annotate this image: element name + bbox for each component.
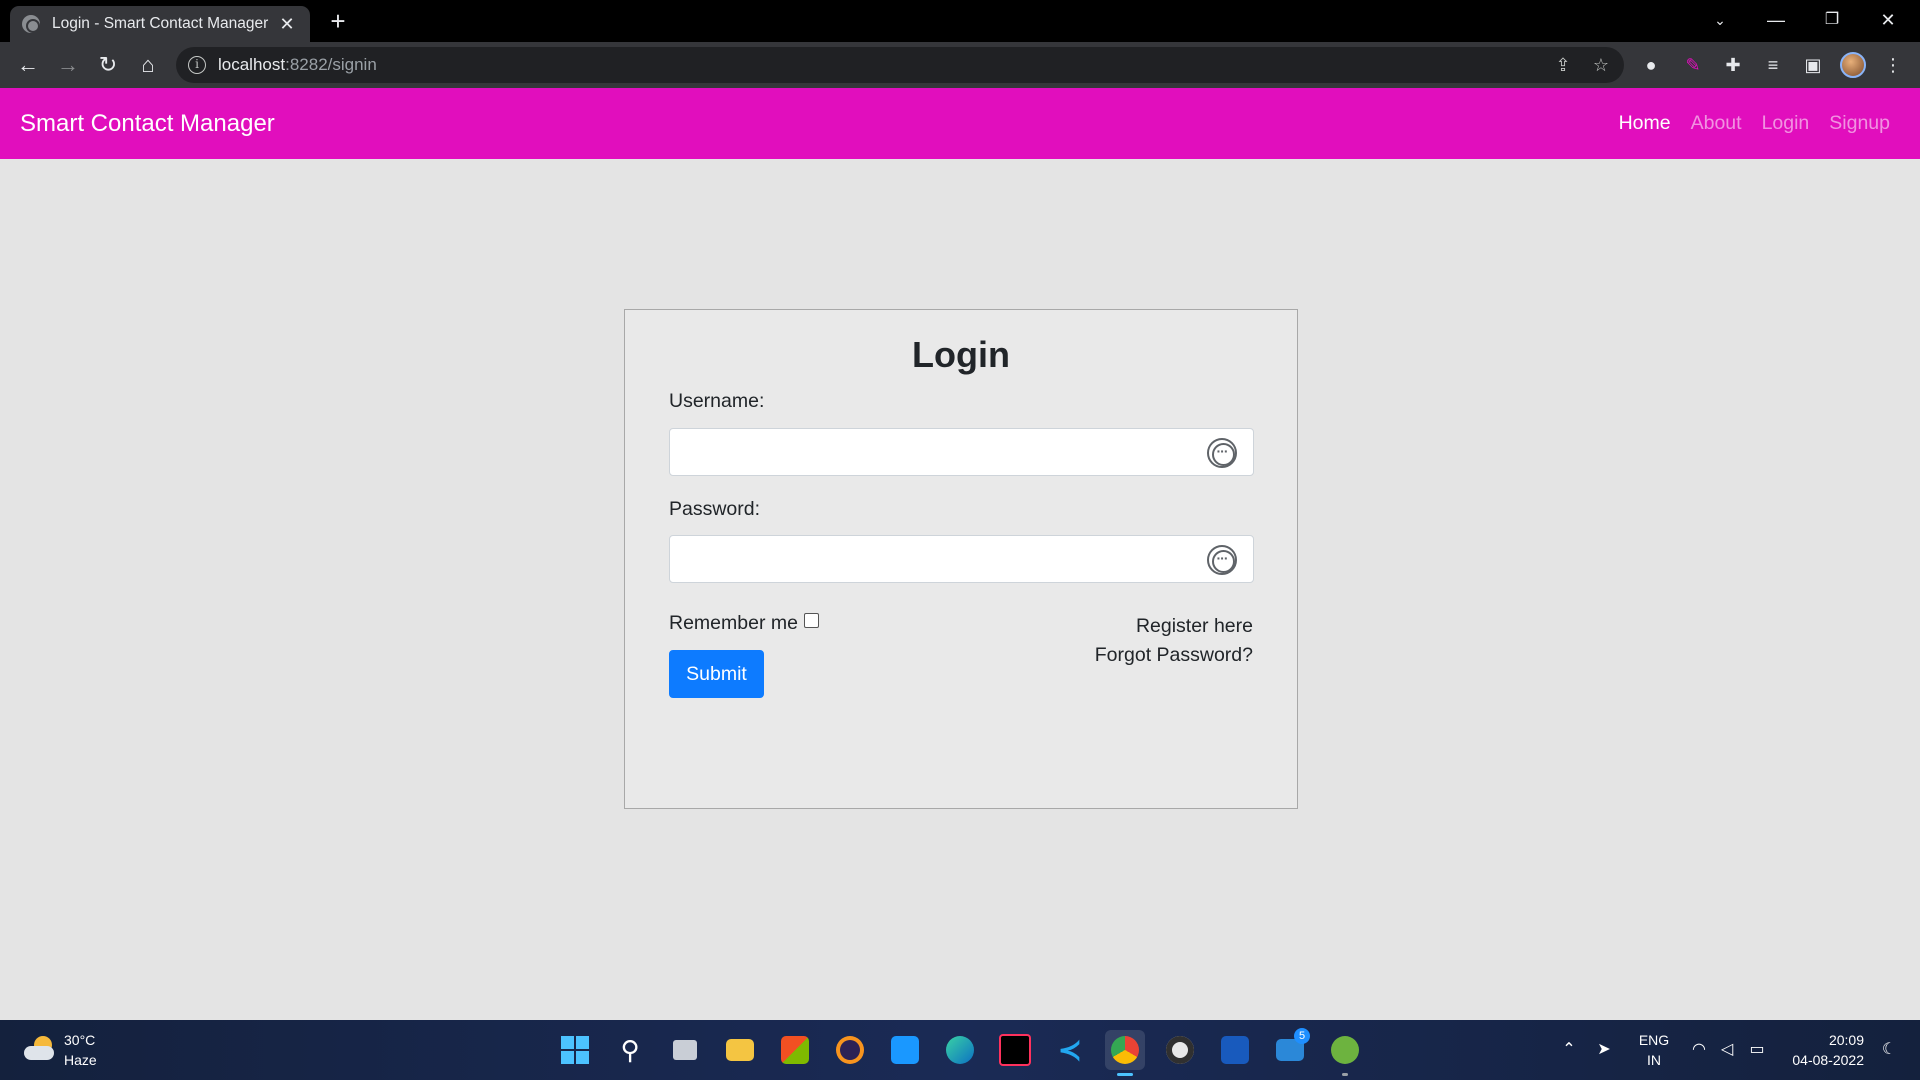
share-icon[interactable]: ⇪: [1548, 47, 1578, 83]
edge-icon[interactable]: [940, 1030, 980, 1070]
nav-home-link[interactable]: Home: [1619, 112, 1671, 135]
tab-strip: Login - Smart Contact Manager ✕ + ⌄ — ❐ …: [0, 0, 1920, 42]
remember-me-checkbox[interactable]: [803, 613, 819, 628]
site-navbar: Smart Contact Manager Home About Login S…: [0, 88, 1920, 159]
password-manager-icon[interactable]: [1207, 438, 1237, 468]
brand-link[interactable]: Smart Contact Manager: [20, 88, 275, 159]
tab-title: Login - Smart Contact Manager: [52, 15, 269, 32]
media-control-icon[interactable]: ≡: [1756, 42, 1790, 88]
close-tab-icon[interactable]: ✕: [276, 14, 298, 35]
location-icon[interactable]: ➤: [1590, 1020, 1618, 1080]
forward-icon[interactable]: →: [50, 42, 86, 88]
weather-icon[interactable]: [24, 1036, 54, 1062]
home-icon[interactable]: ⌂: [130, 42, 166, 88]
reload-icon[interactable]: ↻: [90, 42, 126, 88]
close-window-button[interactable]: ✕: [1860, 0, 1916, 42]
nav-signup-link[interactable]: Signup: [1829, 112, 1890, 135]
task-view-icon[interactable]: [665, 1030, 705, 1070]
nav-about-link[interactable]: About: [1691, 112, 1742, 135]
tab-search-icon[interactable]: ⌄: [1692, 0, 1748, 42]
weather-desc[interactable]: Haze: [64, 1052, 97, 1068]
store-icon[interactable]: [775, 1030, 815, 1070]
profile-avatar[interactable]: [1840, 52, 1866, 78]
globe-icon: [22, 15, 40, 33]
page-viewport: Smart Contact Manager Home About Login S…: [0, 88, 1920, 1020]
mail-icon[interactable]: 5: [1270, 1028, 1310, 1070]
language-indicator[interactable]: ENG: [1632, 1032, 1676, 1048]
chrome-icon[interactable]: [1105, 1030, 1145, 1076]
password-label: Password:: [669, 498, 761, 520]
url-text[interactable]: localhost:8282/signin: [218, 47, 377, 83]
obs-icon[interactable]: [1160, 1030, 1200, 1070]
nav-links: Home About Login Signup: [1599, 88, 1890, 159]
extension-icon[interactable]: ●: [1634, 42, 1668, 88]
nav-login-link[interactable]: Login: [1762, 112, 1810, 135]
remember-me: Remember me: [669, 612, 819, 635]
show-hidden-icons-icon[interactable]: ⌃: [1556, 1020, 1582, 1080]
eclipse-icon[interactable]: [830, 1030, 870, 1070]
puzzle-extensions-icon[interactable]: ✚: [1716, 42, 1750, 88]
mail-badge: 5: [1294, 1028, 1310, 1044]
windows-taskbar: 30°C Haze ⚲ ≺ 5 ⌃ ➤ ENG IN ◠ ◁ ▭ 20:09 0…: [0, 1020, 1920, 1080]
login-card: Login Username: Password: Remember me Su…: [624, 309, 1298, 809]
bookmark-star-icon[interactable]: ☆: [1586, 47, 1616, 83]
spring-tools-icon[interactable]: [1325, 1030, 1365, 1076]
search-icon[interactable]: ⚲: [610, 1030, 650, 1070]
word-icon[interactable]: [1215, 1030, 1255, 1070]
file-explorer-icon[interactable]: [720, 1030, 760, 1070]
restore-button[interactable]: ❐: [1804, 0, 1860, 42]
username-input[interactable]: [669, 428, 1254, 476]
battery-icon[interactable]: ▭: [1744, 1020, 1770, 1080]
intellij-icon[interactable]: [995, 1030, 1035, 1070]
pen-extension-icon[interactable]: ✎: [1676, 42, 1710, 88]
clock-date[interactable]: 04-08-2022: [1784, 1052, 1864, 1068]
minimize-button[interactable]: —: [1748, 0, 1804, 42]
register-link[interactable]: Register here: [1136, 615, 1253, 638]
volume-icon[interactable]: ◁: [1714, 1020, 1740, 1080]
address-bar[interactable]: i localhost:8282/signin ⇪ ☆: [176, 47, 1624, 83]
new-tab-button[interactable]: +: [322, 6, 354, 36]
submit-button[interactable]: Submit: [669, 650, 764, 698]
site-info-icon[interactable]: i: [188, 56, 206, 74]
back-icon[interactable]: ←: [10, 42, 46, 88]
prime-video-icon[interactable]: [885, 1030, 925, 1070]
weather-temp[interactable]: 30°C: [64, 1032, 95, 1048]
start-windows-icon[interactable]: [555, 1030, 595, 1070]
browser-tab[interactable]: Login - Smart Contact Manager ✕: [10, 6, 310, 42]
username-label: Username:: [669, 390, 765, 412]
wifi-icon[interactable]: ◠: [1686, 1020, 1712, 1080]
browser-toolbar: ← → ↻ ⌂ i localhost:8282/signin ⇪ ☆ ● ✎ …: [0, 42, 1920, 88]
password-input[interactable]: [669, 535, 1254, 583]
password-manager-icon[interactable]: [1207, 545, 1237, 575]
side-panel-icon[interactable]: ▣: [1796, 42, 1830, 88]
menu-kebab-icon[interactable]: ⋮: [1876, 42, 1910, 88]
focus-moon-icon[interactable]: ☾: [1876, 1020, 1902, 1080]
remember-me-label: Remember me: [669, 612, 798, 634]
clock-time[interactable]: 20:09: [1784, 1032, 1864, 1048]
vscode-icon[interactable]: ≺: [1050, 1030, 1090, 1070]
forgot-password-link[interactable]: Forgot Password?: [1095, 644, 1253, 667]
region-indicator[interactable]: IN: [1632, 1052, 1676, 1068]
login-heading: Login: [912, 334, 1010, 375]
